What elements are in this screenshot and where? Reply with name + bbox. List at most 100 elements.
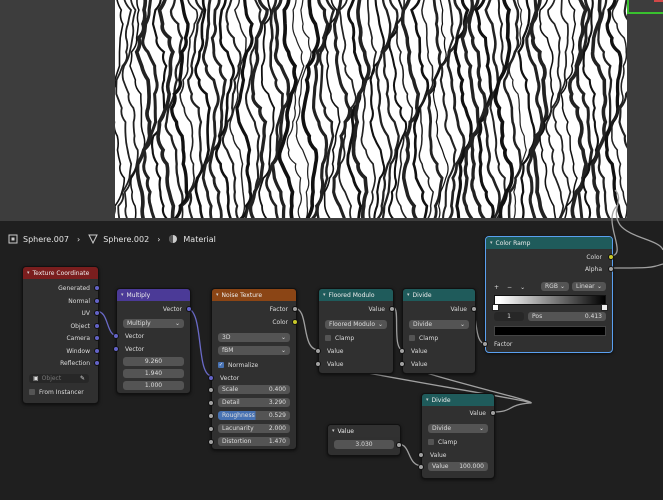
output-color: Color	[272, 318, 288, 326]
node-header[interactable]: ▾ Divide	[422, 394, 494, 406]
detail-field[interactable]: Detail 3.290	[218, 398, 290, 407]
operation-dropdown[interactable]: Multiply ⌄	[123, 319, 184, 328]
node-header[interactable]: ▾ Multiply	[117, 289, 190, 301]
roughness-field[interactable]: Roughness 0.529	[218, 411, 290, 420]
socket[interactable]	[94, 323, 100, 329]
socket[interactable]	[208, 439, 214, 445]
vector-z-field[interactable]: 1.000	[123, 381, 184, 390]
node-multiply[interactable]: ▾ Multiply Vector Multiply ⌄ Vector Vector…	[113, 288, 192, 394]
node-header[interactable]: ▾ Floored Modulo	[319, 289, 393, 301]
socket[interactable]	[315, 348, 321, 354]
socket[interactable]	[418, 452, 424, 458]
collapse-icon[interactable]: ▾	[490, 240, 493, 246]
ramp-stop-left[interactable]	[492, 304, 499, 311]
color-mode-dropdown[interactable]: RGB ⌄	[541, 282, 569, 291]
chevron-down-icon: ⌄	[377, 321, 383, 328]
distortion-field[interactable]: Distortion 1.470	[218, 437, 290, 446]
socket[interactable]	[292, 319, 298, 325]
socket[interactable]	[315, 361, 321, 367]
socket[interactable]	[418, 464, 424, 470]
socket[interactable]	[113, 333, 119, 339]
input-value-2: Value	[327, 360, 344, 368]
socket[interactable]	[94, 310, 100, 316]
normalize-checkbox[interactable]: ✓ Normalize	[218, 360, 258, 370]
collapse-icon[interactable]: ▾	[27, 270, 30, 276]
operation-dropdown[interactable]: Floored Modulo ⌄	[325, 320, 387, 329]
collapse-icon[interactable]: ▾	[407, 292, 410, 298]
node-noise-texture[interactable]: ▾ Noise Texture Factor Color 3D ⌄ fBM ⌄ ✓ No…	[208, 288, 298, 450]
ramp-stop-right[interactable]	[601, 304, 608, 311]
scale-field[interactable]: Scale 0.400	[218, 385, 290, 394]
socket[interactable]	[94, 335, 100, 341]
lacunarity-field[interactable]: Lacunarity 2.000	[218, 424, 290, 433]
output-value: Value	[450, 305, 467, 313]
node-value[interactable]: ▾ Value 3.030	[327, 424, 402, 456]
socket[interactable]	[186, 306, 192, 312]
socket[interactable]	[490, 410, 496, 416]
node-color-ramp[interactable]: ▾ Color Ramp Color Alpha + − ⌄ RGB ⌄ Linea…	[482, 236, 614, 353]
node-divide-2[interactable]: ▾ Divide Value Divide ⌄ Clamp Value Value 1…	[418, 393, 496, 479]
socket[interactable]	[608, 254, 614, 260]
interpolation-dropdown[interactable]: Linear ⌄	[572, 282, 606, 291]
noise-type-dropdown[interactable]: fBM ⌄	[218, 346, 290, 355]
socket[interactable]	[94, 298, 100, 304]
chevron-down-icon: ⌄	[174, 320, 180, 327]
socket[interactable]	[208, 400, 214, 406]
stop-color-swatch[interactable]	[494, 326, 606, 336]
operation-dropdown[interactable]: Divide ⌄	[428, 424, 488, 433]
clamp-checkbox[interactable]: Clamp	[428, 437, 457, 447]
value-field[interactable]: 3.030	[334, 440, 394, 449]
node-header[interactable]: ▾ Value	[328, 425, 400, 437]
node-texture-coordinate[interactable]: ▾ Texture Coordinate Generated Normal UV …	[22, 266, 100, 404]
chevron-down-icon: ⌄	[280, 347, 286, 354]
remove-stop-button[interactable]: −	[507, 284, 512, 291]
node-header[interactable]: ▾ Noise Texture	[212, 289, 296, 301]
socket[interactable]	[94, 360, 100, 366]
value-field[interactable]: Value 100.000	[428, 462, 488, 471]
socket[interactable]	[94, 348, 100, 354]
collapse-icon[interactable]: ▾	[426, 397, 429, 403]
collapse-icon[interactable]: ▾	[332, 428, 335, 434]
chevron-down-icon: ⌄	[459, 321, 465, 328]
from-instancer-checkbox[interactable]: From Instancer	[29, 387, 84, 397]
eyedropper-icon[interactable]: ✎	[80, 375, 85, 382]
output-vector: Vector	[162, 305, 182, 313]
socket[interactable]	[208, 387, 214, 393]
node-header[interactable]: ▾ Divide	[403, 289, 475, 301]
socket[interactable]	[113, 346, 119, 352]
socket[interactable]	[471, 306, 477, 312]
socket[interactable]	[292, 306, 298, 312]
node-floored-modulo[interactable]: ▾ Floored Modulo Value Floored Modulo ⌄ Cl…	[315, 288, 395, 374]
collapse-icon[interactable]: ▾	[323, 292, 326, 298]
node-divide-1[interactable]: ▾ Divide Value Divide ⌄ Clamp Value Value	[399, 288, 477, 374]
add-stop-button[interactable]: +	[494, 284, 499, 291]
socket[interactable]	[608, 266, 614, 272]
object-field[interactable]: ▣ Object ✎	[29, 374, 89, 383]
collapse-icon[interactable]: ▾	[121, 292, 124, 298]
socket[interactable]	[399, 361, 405, 367]
node-header[interactable]: ▾ Color Ramp	[486, 237, 612, 249]
socket[interactable]	[208, 413, 214, 419]
clamp-checkbox[interactable]: Clamp	[409, 333, 438, 343]
vector-x-field[interactable]: 9.260	[123, 357, 184, 366]
collapse-icon[interactable]: ▾	[216, 292, 219, 298]
socket[interactable]	[208, 426, 214, 432]
socket[interactable]	[396, 442, 402, 448]
socket[interactable]	[208, 375, 214, 381]
socket[interactable]	[94, 285, 100, 291]
clamp-checkbox[interactable]: Clamp	[325, 333, 354, 343]
stop-index-field[interactable]: 1	[494, 312, 524, 321]
node-header[interactable]: ▾ Texture Coordinate	[23, 267, 98, 279]
ramp-toolbar: + − ⌄	[494, 282, 525, 292]
socket[interactable]	[482, 341, 488, 347]
operation-dropdown[interactable]: Divide ⌄	[409, 320, 469, 329]
input-vector: Vector	[220, 374, 240, 382]
vector-y-field[interactable]: 1.940	[123, 369, 184, 378]
chevron-down-icon[interactable]: ⌄	[520, 284, 525, 291]
ramp-gradient[interactable]	[494, 295, 606, 305]
socket[interactable]	[399, 348, 405, 354]
stop-position-field[interactable]: Pos 0.413	[528, 312, 606, 321]
dimensions-dropdown[interactable]: 3D ⌄	[218, 333, 290, 342]
output-window: Window	[66, 347, 90, 355]
socket[interactable]	[389, 306, 395, 312]
